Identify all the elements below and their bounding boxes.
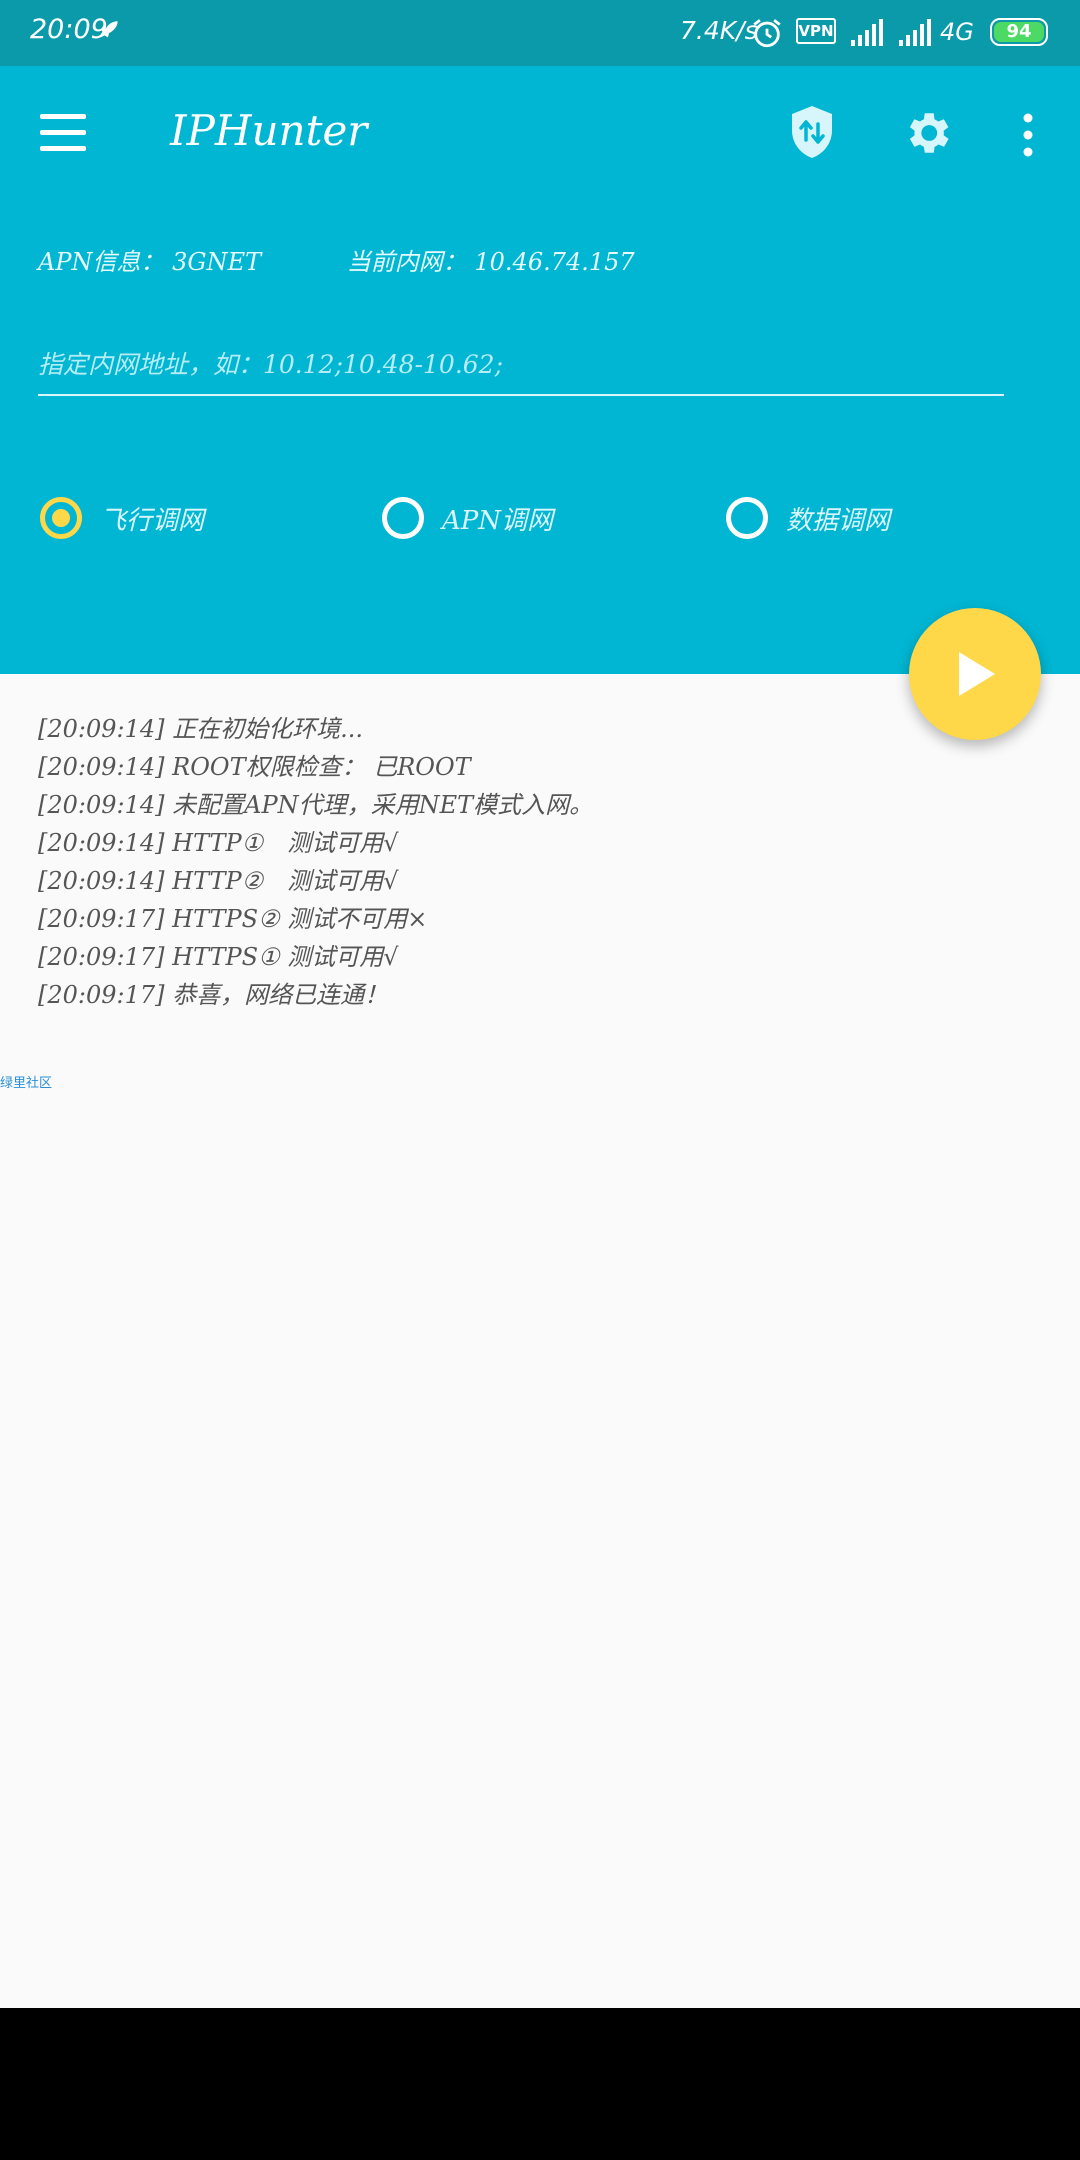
navigation-bar: [0, 2008, 1080, 2160]
radio-indicator: [40, 497, 82, 539]
signal-icon: [851, 19, 883, 46]
radio-airplane-mode[interactable]: 飞行调网: [40, 492, 204, 544]
signal-icon: [899, 19, 931, 46]
radio-label: 飞行调网: [100, 505, 205, 536]
app-title: IPHunter: [170, 106, 368, 155]
radio-apn-mode[interactable]: APN调网: [382, 492, 553, 544]
more-vert-icon[interactable]: [1016, 110, 1040, 160]
apn-info: APN信息： 3GNET: [38, 248, 261, 276]
radio-label: 数据调网: [786, 505, 891, 536]
network-type: 4G: [940, 18, 974, 46]
radio-data-mode[interactable]: 数据调网: [726, 492, 890, 544]
menu-icon-bar: [40, 146, 86, 151]
battery-level: 94: [994, 22, 1044, 42]
log-line: [20:09:14] 正在初始化环境...: [38, 715, 364, 743]
shield-swap-icon[interactable]: [788, 104, 836, 160]
alarm-icon: [753, 19, 781, 48]
status-bar: 20:09 7.4K/s VPN 4G 94: [0, 0, 1080, 66]
intranet-address-input[interactable]: [38, 334, 1004, 396]
play-icon: [959, 652, 995, 696]
app-screen: 20:09 7.4K/s VPN 4G 94 IPHunter APN信息： 3…: [0, 0, 1080, 2160]
rocket-icon: [100, 21, 118, 38]
intranet-label: 当前内网：: [346, 248, 467, 276]
net-speed: 7.4K/s: [680, 16, 758, 45]
apn-value: 3GNET: [172, 248, 262, 276]
menu-icon-bar: [40, 114, 86, 119]
log-line: [20:09:14] HTTP① 测试可用√: [38, 829, 399, 857]
log-line: [20:09:14] 未配置APN代理，采用NET模式入网。: [38, 791, 594, 819]
log-line: [20:09:14] HTTP② 测试可用√: [38, 867, 399, 895]
menu-icon-bar: [40, 130, 86, 135]
log-line: [20:09:17] 恭喜，网络已连通！: [38, 981, 389, 1009]
app-header: IPHunter APN信息： 3GNET 当前内网： 10.46.74.157…: [0, 66, 1080, 674]
intranet-value: 10.46.74.157: [474, 248, 635, 276]
apn-info-row: APN信息： 3GNET 当前内网： 10.46.74.157: [38, 242, 713, 277]
intranet-info: 当前内网： 10.46.74.157: [347, 248, 635, 276]
log-line: [20:09:14] ROOT权限检查： 已ROOT: [38, 753, 471, 781]
vpn-badge: VPN: [796, 18, 836, 44]
community-link[interactable]: 绿里社区: [0, 1072, 52, 1091]
radio-label: APN调网: [442, 505, 554, 536]
log-output: [20:09:14] 正在初始化环境... [20:09:14] ROOT权限检…: [38, 710, 898, 1014]
start-button[interactable]: [909, 608, 1041, 740]
menu-button[interactable]: [40, 114, 90, 154]
gear-icon[interactable]: [900, 106, 954, 160]
battery-icon: 94: [990, 18, 1048, 46]
apn-label: APN信息：: [38, 248, 165, 276]
radio-indicator: [382, 497, 424, 539]
log-line: [20:09:17] HTTPS② 测试不可用×: [38, 905, 428, 933]
log-line: [20:09:17] HTTPS① 测试可用√: [38, 943, 399, 971]
radio-indicator: [726, 497, 768, 539]
